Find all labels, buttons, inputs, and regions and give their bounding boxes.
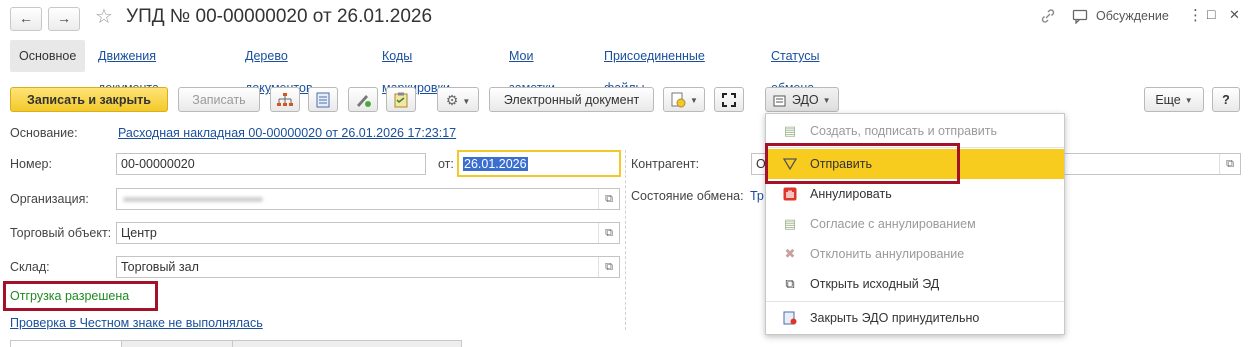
print-dropdown-button[interactable]: ▼ (663, 87, 705, 112)
date-value: 26.01.2026 (463, 157, 528, 171)
trade-object-field[interactable]: Центр ⧉ (116, 222, 620, 244)
exchange-state-label: Состояние обмена: (631, 189, 744, 203)
back-button[interactable]: ← (10, 7, 42, 31)
menu-item-force-close-edo[interactable]: Закрыть ЭДО принудительно (766, 303, 1064, 333)
trade-object-value: Центр (121, 226, 157, 240)
edo-menu-button[interactable]: ЭДО ▼ (765, 87, 839, 112)
help-button[interactable]: ? (1212, 87, 1240, 112)
close-icon[interactable]: ✕ (1229, 7, 1240, 23)
exchange-state-link[interactable]: Тр (750, 189, 764, 203)
organization-label: Организация: (10, 192, 89, 206)
page-title: УПД № 00-00000020 от 26.01.2026 (126, 6, 433, 27)
doc-plus-icon: ▤ (783, 123, 797, 138)
settings-dropdown-button[interactable]: ⚙ ▼ (437, 87, 479, 112)
menu-separator (766, 301, 1064, 302)
link-icon[interactable] (1040, 8, 1056, 27)
list-doc-icon (316, 92, 330, 108)
highlight-box (765, 143, 960, 184)
basis-label: Основание: (10, 126, 78, 140)
warehouse-value: Торговый зал (121, 260, 199, 274)
divider (625, 150, 626, 330)
forward-button[interactable]: → (48, 7, 80, 31)
save-and-close-button[interactable]: Записать и закрыть (10, 87, 168, 112)
electronic-document-button[interactable]: Электронный документ (489, 87, 654, 112)
sign-button[interactable] (348, 87, 378, 112)
bottom-tab[interactable] (232, 340, 462, 347)
tab-marking-codes[interactable]: Коды маркировки (382, 40, 450, 95)
menu-item-open-source-ed[interactable]: ⧉ Открыть исходный ЭД (766, 269, 1064, 299)
honest-sign-check-link[interactable]: Проверка в Честном знаке не выполнялась (10, 316, 263, 330)
tab-exchange-statuses[interactable]: Статусы обмена (771, 40, 820, 95)
save-button[interactable]: Записать (178, 87, 260, 112)
number-field[interactable]: 00-00000020 (116, 153, 426, 175)
document-clock-icon (671, 92, 686, 108)
cross-icon: ✖ (784, 246, 796, 261)
warehouse-field[interactable]: Торговый зал ⧉ (116, 256, 620, 278)
doc-check-icon: ▤ (783, 216, 797, 231)
discussion-icon (1072, 9, 1088, 27)
bottom-tab[interactable] (10, 340, 122, 347)
more-button-label: Еще (1155, 93, 1181, 107)
expand-icon (722, 93, 736, 107)
bottom-tab[interactable] (121, 340, 233, 347)
tab-my-notes[interactable]: Мои заметки (509, 40, 555, 95)
chevron-down-icon: ▼ (822, 95, 831, 105)
organization-field[interactable]: ⧉ (116, 188, 620, 210)
open-window-icon: ⧉ (785, 276, 795, 291)
number-label: Номер: (10, 157, 52, 171)
gear-icon: ⚙ (445, 92, 459, 108)
tab-document-tree[interactable]: Дерево документов (245, 40, 313, 95)
tab-document-movements[interactable]: Движения документа (98, 40, 159, 95)
more-vertical-icon[interactable]: ⋮ (1188, 6, 1203, 24)
open-icon[interactable]: ⧉ (1219, 154, 1240, 174)
tab-main[interactable]: Основное (10, 40, 86, 72)
star-icon[interactable]: ☆ (95, 4, 113, 29)
arrow-left-icon: ← (19, 10, 33, 26)
counterparty-label: Контрагент: (631, 157, 700, 171)
doc-close-icon (782, 303, 798, 336)
restore-window-icon[interactable]: □ (1207, 6, 1215, 22)
open-icon[interactable]: ⧉ (598, 223, 619, 243)
clipboard-button[interactable] (386, 87, 416, 112)
date-field[interactable]: 26.01.2026 (457, 150, 621, 177)
pen-icon (357, 95, 371, 107)
blurred-value (123, 197, 263, 202)
more-button[interactable]: Еще ▼ (1144, 87, 1204, 112)
basis-link[interactable]: Расходная накладная 00-00000020 от 26.01… (118, 126, 456, 140)
highlight-box (3, 281, 158, 311)
arrow-right-icon: → (57, 10, 71, 26)
tab-attached-files[interactable]: Присоединенные файлы (604, 40, 705, 95)
structure-button[interactable] (270, 87, 300, 112)
date-label: от: (438, 157, 454, 171)
journal-button[interactable] (308, 87, 338, 112)
edo-doc-icon (773, 95, 786, 107)
discussion-button[interactable]: Обсуждение (1096, 9, 1169, 23)
chevron-down-icon: ▼ (1184, 95, 1193, 105)
trade-object-label: Торговый объект: (10, 226, 112, 240)
clipboard-icon (394, 92, 408, 108)
menu-item-accept-annul[interactable]: ▤ Согласие с аннулированием (766, 209, 1064, 239)
fullscreen-button[interactable] (714, 87, 744, 112)
open-icon[interactable]: ⧉ (598, 189, 619, 209)
hierarchy-icon (277, 93, 293, 106)
menu-item-create-sign-send[interactable]: ▤ Создать, подписать и отправить (766, 116, 1064, 146)
chevron-down-icon: ▼ (462, 96, 471, 106)
warehouse-label: Склад: (10, 260, 50, 274)
chevron-down-icon: ▼ (690, 95, 698, 105)
edo-menu-label: ЭДО (791, 93, 819, 107)
menu-item-reject-annul[interactable]: ✖ Отклонить аннулирование (766, 239, 1064, 269)
open-icon[interactable]: ⧉ (598, 257, 619, 277)
